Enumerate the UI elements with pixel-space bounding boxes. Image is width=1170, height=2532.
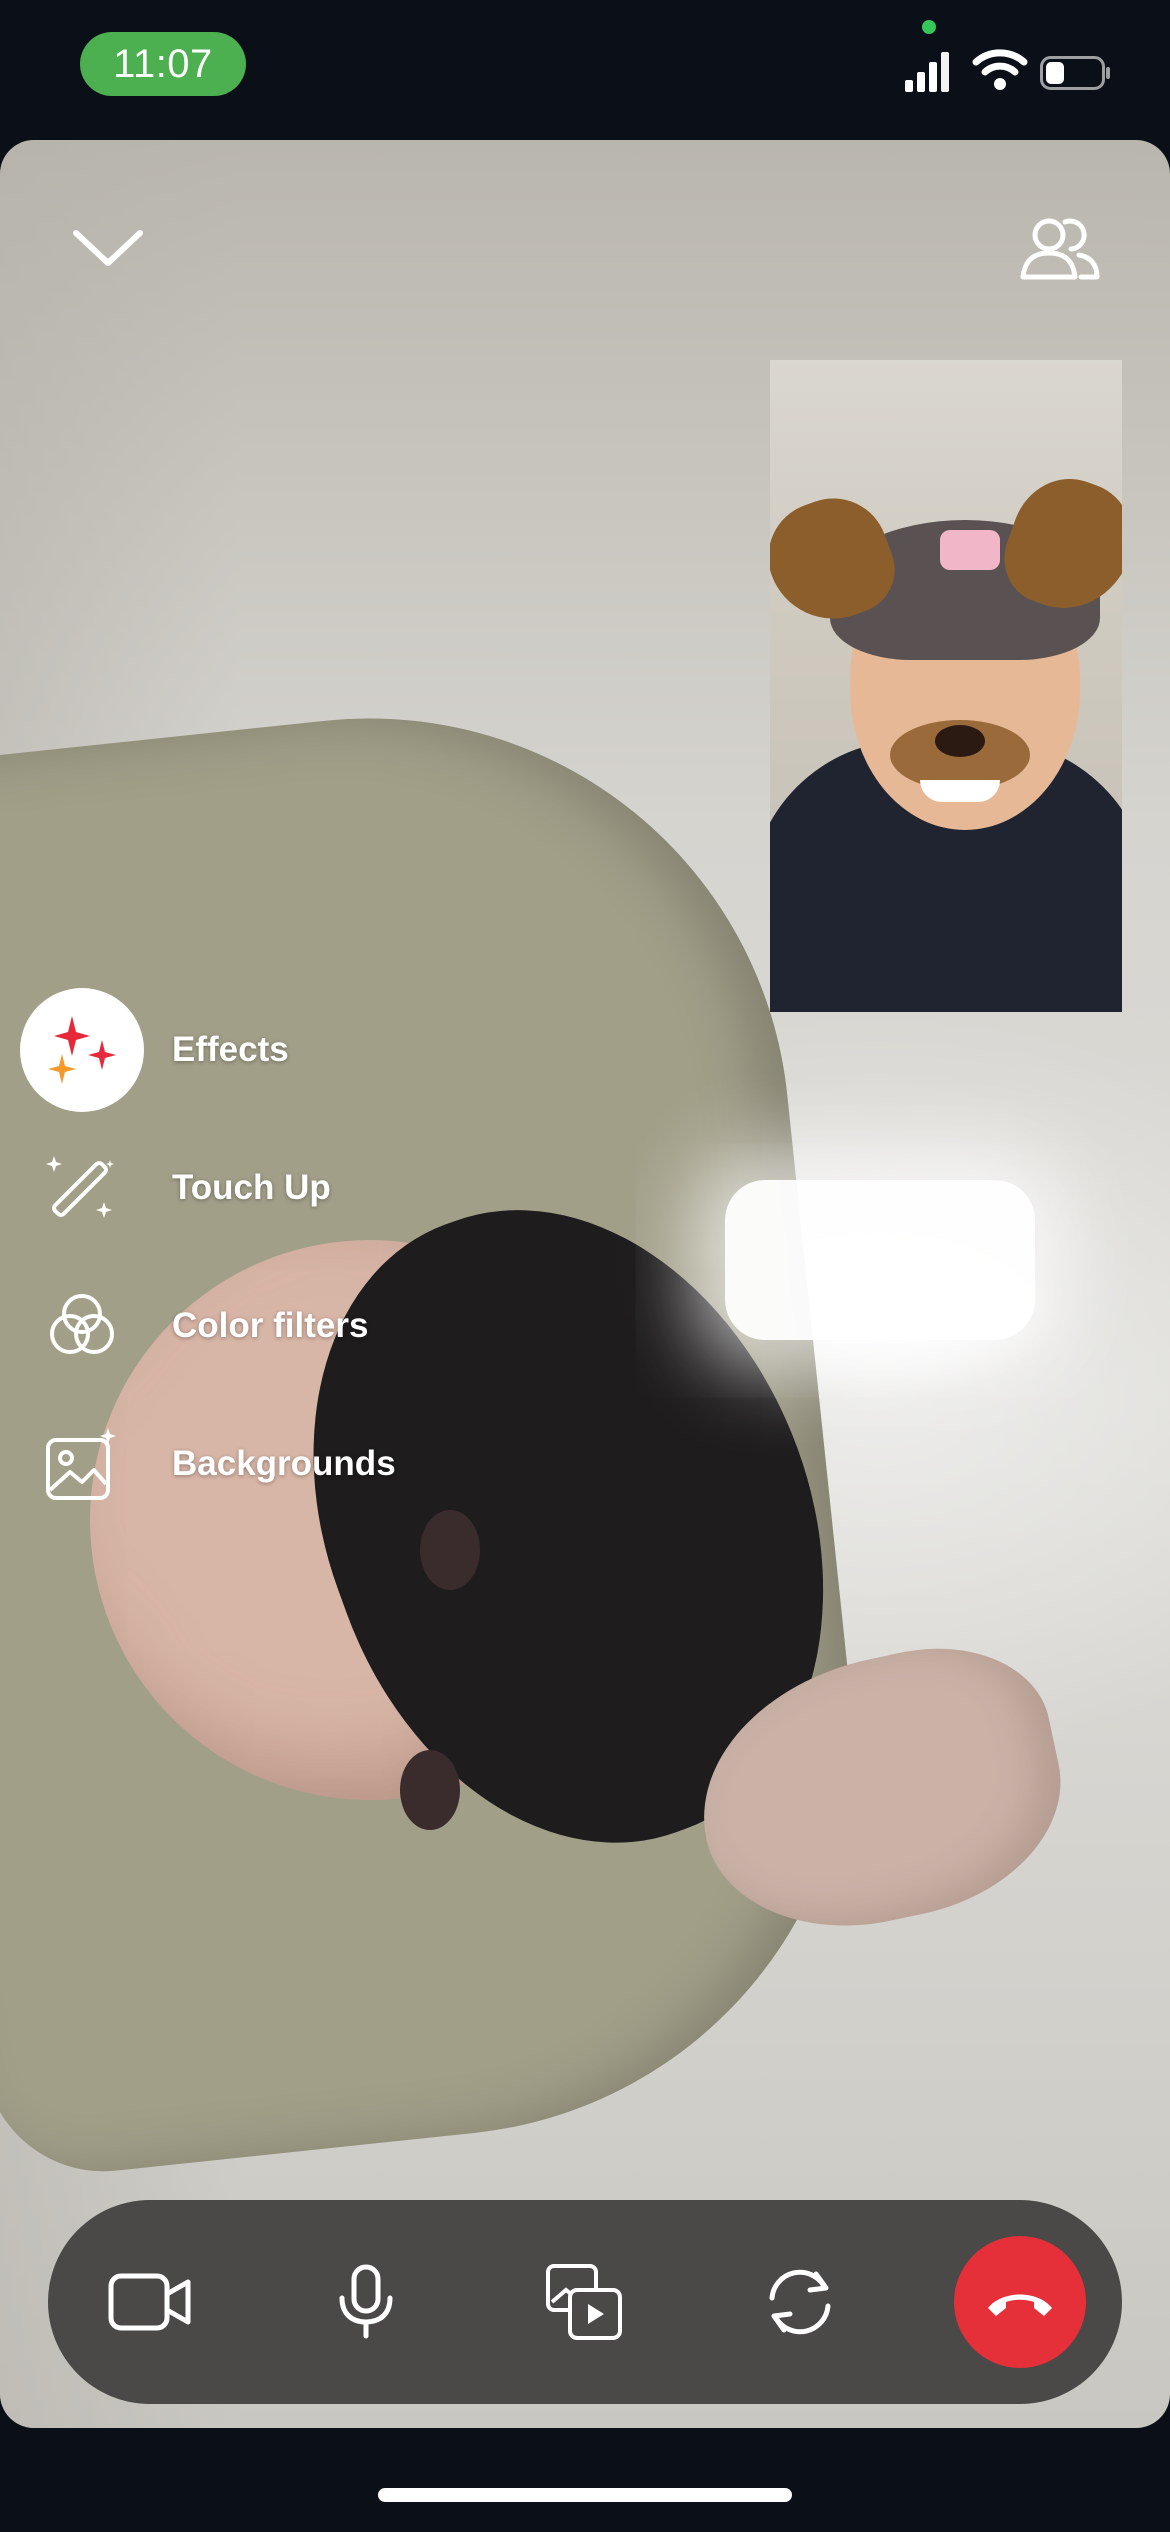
menu-item-touch-up[interactable]: Touch Up — [20, 1128, 520, 1248]
color-circles-icon — [50, 1294, 114, 1354]
image-sparkle-icon — [46, 1428, 116, 1500]
participants-button[interactable] — [1012, 200, 1108, 296]
camera-in-use-indicator — [922, 20, 936, 34]
camera-toggle-button[interactable] — [90, 2242, 210, 2362]
flip-camera-icon — [769, 2269, 831, 2335]
people-icon — [1020, 218, 1100, 280]
microphone-icon — [339, 2264, 393, 2339]
chevron-down-icon — [73, 230, 143, 266]
menu-item-color-filters[interactable]: Color filters — [20, 1266, 520, 1386]
end-call-button[interactable] — [954, 2236, 1086, 2368]
menu-label-color-filters: Color filters — [172, 1306, 369, 1345]
magic-wand-icon — [46, 1156, 114, 1218]
home-indicator[interactable] — [378, 2488, 792, 2502]
menu-label-touch-up: Touch Up — [172, 1168, 331, 1207]
battery-icon — [1040, 56, 1110, 90]
sparkles-icon — [48, 1016, 116, 1084]
menu-item-backgrounds[interactable]: Backgrounds — [20, 1404, 520, 1524]
self-video-preview[interactable] — [770, 360, 1122, 1012]
status-time: 11:07 — [80, 32, 246, 96]
minimize-call-button[interactable] — [60, 200, 156, 296]
share-media-button[interactable] — [524, 2242, 644, 2362]
effects-button[interactable] — [20, 988, 144, 1112]
menu-item-effects[interactable]: Effects — [20, 988, 520, 1112]
status-bar: 11:07 — [0, 0, 1170, 140]
menu-label-effects: Effects — [172, 1030, 289, 1069]
end-call-icon — [988, 2294, 1052, 2316]
video-camera-icon — [108, 2273, 191, 2331]
wifi-icon — [972, 49, 1028, 90]
microphone-toggle-button[interactable] — [306, 2242, 426, 2362]
flip-camera-button[interactable] — [740, 2242, 860, 2362]
cellular-signal-icon — [905, 50, 951, 92]
menu-label-backgrounds: Backgrounds — [172, 1444, 396, 1483]
share-media-icon — [546, 2264, 622, 2340]
call-controls-bar — [48, 2200, 1122, 2404]
